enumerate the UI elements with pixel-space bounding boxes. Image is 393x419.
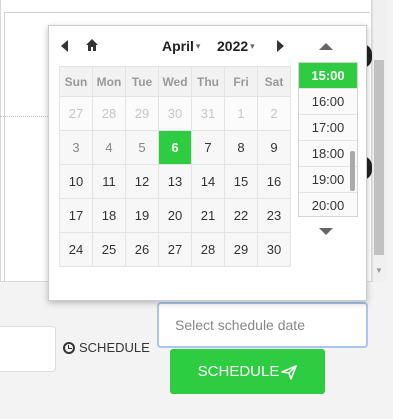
day-cell[interactable]: 22: [224, 198, 258, 233]
week-row: 24 25 26 27 28 29 30: [59, 232, 291, 267]
chevron-down-icon: ▾: [195, 41, 201, 51]
day-cell[interactable]: 18: [92, 198, 126, 233]
day-cell[interactable]: 13: [158, 164, 192, 199]
day-cell-selected[interactable]: 6: [158, 130, 192, 165]
time-option-selected[interactable]: 15:00: [299, 63, 357, 89]
day-cell[interactable]: 26: [125, 232, 159, 267]
left-input-box[interactable]: [0, 326, 56, 372]
day-cell[interactable]: 25: [92, 232, 126, 267]
day-cell[interactable]: 15: [224, 164, 258, 199]
week-row: 3 4 5 6 7 8 9: [59, 130, 291, 165]
day-cell: 27: [59, 96, 93, 131]
weekday-row: Sun Mon Tue Wed Thu Fri Sat: [59, 66, 291, 97]
caret-down-icon[interactable]: [319, 228, 333, 235]
week-row: 17 18 19 20 21 22 23: [59, 198, 291, 233]
year-label: 2022: [217, 38, 249, 54]
day-cell[interactable]: 21: [191, 198, 225, 233]
schedule-button-label: SCHEDULE: [197, 363, 280, 380]
time-option[interactable]: 16:00: [299, 89, 357, 115]
page-scrollbar-thumb[interactable]: [374, 60, 384, 255]
caret-up-icon[interactable]: [319, 43, 333, 50]
schedule-button[interactable]: SCHEDULE: [170, 349, 325, 394]
weekday-label: Sat: [257, 66, 291, 97]
background-divider: [4, 12, 5, 282]
week-row: 27 28 29 30 31 1 2: [59, 96, 291, 131]
day-cell: 2: [257, 96, 291, 131]
day-cell[interactable]: 28: [191, 232, 225, 267]
day-cell[interactable]: 24: [59, 232, 93, 267]
day-cell[interactable]: 11: [92, 164, 126, 199]
day-cell[interactable]: 27: [158, 232, 192, 267]
time-option[interactable]: 17:00: [299, 115, 357, 141]
day-cell: 28: [92, 96, 126, 131]
day-cell[interactable]: 20: [158, 198, 192, 233]
day-cell: 1: [224, 96, 258, 131]
home-icon[interactable]: [85, 38, 99, 52]
time-option[interactable]: 20:00: [299, 193, 357, 216]
weekday-label: Wed: [158, 66, 192, 97]
day-cell: 3: [59, 130, 93, 165]
clock-icon: [63, 341, 75, 354]
day-cell[interactable]: 29: [224, 232, 258, 267]
time-option[interactable]: 19:00: [299, 167, 357, 193]
day-cell: 30: [158, 96, 192, 131]
weekday-label: Sun: [59, 66, 93, 97]
chevron-right-icon[interactable]: [277, 40, 284, 52]
weekday-label: Thu: [191, 66, 225, 97]
year-select[interactable]: 2022 ▾: [217, 38, 255, 54]
month-label: April: [162, 38, 194, 54]
day-cell[interactable]: 8: [224, 130, 258, 165]
day-cell[interactable]: 17: [59, 198, 93, 233]
day-cell[interactable]: 12: [125, 164, 159, 199]
day-cell: 5: [125, 130, 159, 165]
send-icon: [281, 364, 298, 380]
picker-header: April ▾ 2022 ▾: [57, 36, 291, 58]
calendar-grid: Sun Mon Tue Wed Thu Fri Sat 27 28 29 30 …: [59, 66, 291, 267]
datetime-picker: April ▾ 2022 ▾ Sun Mon Tue Wed Thu Fri Sat…: [48, 25, 367, 301]
schedule-label-text: SCHEDULE: [79, 340, 150, 355]
day-cell[interactable]: 16: [257, 164, 291, 199]
weekday-label: Tue: [125, 66, 159, 97]
time-list-scrollbar[interactable]: [350, 151, 355, 191]
scroll-down-icon[interactable]: ▼: [374, 266, 384, 275]
background-divider: [4, 12, 370, 13]
day-cell[interactable]: 30: [257, 232, 291, 267]
day-cell[interactable]: 10: [59, 164, 93, 199]
time-option[interactable]: 18:00: [299, 141, 357, 167]
weekday-label: Fri: [224, 66, 258, 97]
background-dotted-line: [0, 116, 48, 117]
time-list: 15:00 16:00 17:00 18:00 19:00 20:00: [298, 62, 358, 217]
week-row: 10 11 12 13 14 15 16: [59, 164, 291, 199]
month-select[interactable]: April ▾: [162, 38, 200, 54]
day-cell[interactable]: 9: [257, 130, 291, 165]
day-cell[interactable]: 7: [191, 130, 225, 165]
schedule-date-input[interactable]: [157, 302, 368, 348]
day-cell: 29: [125, 96, 159, 131]
chevron-left-icon[interactable]: [61, 40, 68, 52]
weekday-label: Mon: [92, 66, 126, 97]
day-cell[interactable]: 23: [257, 198, 291, 233]
day-cell[interactable]: 19: [125, 198, 159, 233]
chevron-down-icon: ▾: [250, 41, 255, 51]
day-cell[interactable]: 14: [191, 164, 225, 199]
day-cell: 4: [92, 130, 126, 165]
day-cell: 31: [191, 96, 225, 131]
schedule-label: SCHEDULE: [63, 340, 150, 355]
